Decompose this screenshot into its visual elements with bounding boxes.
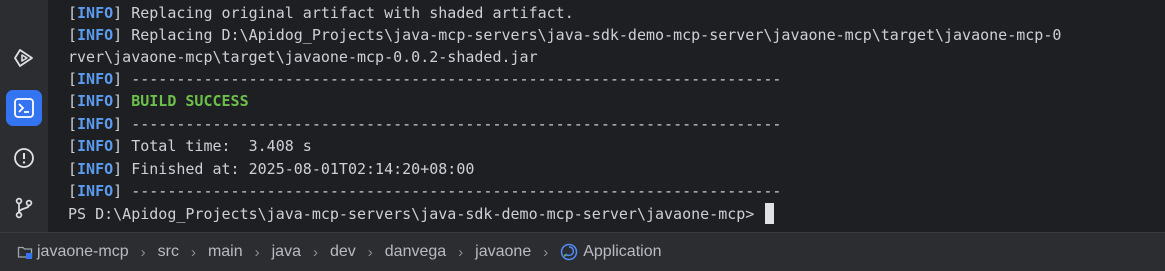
log-text: Replacing D:\Apidog_Projects\java-mcp-se… — [131, 26, 1062, 44]
git-branch-icon — [15, 197, 33, 219]
breadcrumb-item-application[interactable]: Application — [560, 243, 662, 261]
log-level: INFO — [77, 182, 114, 200]
breadcrumb-item-java[interactable]: java — [272, 243, 301, 261]
terminal-icon — [14, 98, 34, 118]
terminal-button[interactable] — [6, 90, 42, 126]
run-button[interactable] — [6, 40, 42, 76]
breadcrumb-separator: › — [367, 243, 373, 261]
breadcrumb-item-dev[interactable]: dev — [330, 243, 356, 261]
log-line: [INFO] ---------------------------------… — [68, 182, 782, 200]
breadcrumb-separator: › — [543, 243, 549, 261]
build-success-text: BUILD SUCCESS — [131, 92, 249, 110]
log-level: INFO — [77, 70, 114, 88]
log-level: INFO — [77, 92, 114, 110]
log-level: INFO — [77, 160, 114, 178]
spring-class-icon — [560, 243, 578, 261]
terminal-output[interactable]: [INFO] Replacing original artifact with … — [48, 0, 1165, 232]
log-text: Finished at: 2025-08-01T02:14:20+08:00 — [131, 160, 475, 178]
log-line: [INFO] ---------------------------------… — [68, 115, 782, 133]
breadcrumb-label: javaone-mcp — [37, 243, 129, 260]
log-line: [INFO] Total time: 3.408 s — [68, 137, 312, 155]
log-separator: ----------------------------------------… — [131, 115, 782, 133]
log-level: INFO — [77, 26, 114, 44]
breadcrumb-separator: › — [312, 243, 318, 261]
module-folder-icon — [17, 246, 33, 259]
breadcrumb-item-danvega[interactable]: danvega — [385, 243, 446, 261]
log-level: INFO — [77, 4, 114, 22]
log-text: Replacing original artifact with shaded … — [131, 4, 574, 22]
breadcrumb-separator: › — [458, 243, 464, 261]
breadcrumb-item-module[interactable]: javaone-mcp — [17, 243, 129, 261]
breadcrumb-separator: › — [140, 243, 146, 261]
breadcrumb-item-src[interactable]: src — [158, 243, 179, 261]
log-line: [INFO] Replacing original artifact with … — [68, 4, 574, 22]
log-line: [INFO] BUILD SUCCESS — [68, 92, 249, 110]
breadcrumb-item-javaone[interactable]: javaone — [475, 243, 531, 261]
log-line: rver\javaone-mcp\target\javaone-mcp-0.0.… — [68, 46, 538, 68]
shell-prompt: PS D:\Apidog_Projects\java-mcp-servers\j… — [68, 205, 764, 223]
breadcrumb-label: Application — [583, 243, 662, 260]
breadcrumb-item-main[interactable]: main — [208, 243, 243, 261]
log-separator: ----------------------------------------… — [131, 182, 782, 200]
log-level: INFO — [77, 115, 114, 133]
tool-window-sidebar — [0, 0, 49, 232]
log-text: rver\javaone-mcp\target\javaone-mcp-0.0.… — [68, 48, 538, 66]
problems-icon — [14, 148, 34, 168]
run-icon — [14, 49, 33, 67]
log-separator: ----------------------------------------… — [131, 70, 782, 88]
prompt-line[interactable]: PS D:\Apidog_Projects\java-mcp-servers\j… — [68, 203, 775, 225]
breadcrumb: javaone-mcp › src › main › java › dev › … — [0, 232, 1165, 271]
breadcrumb-separator: › — [190, 243, 196, 261]
breadcrumb-separator: › — [254, 243, 260, 261]
problems-button[interactable] — [6, 140, 42, 176]
git-button[interactable] — [6, 190, 42, 226]
text-cursor — [765, 203, 775, 224]
log-text: Total time: 3.408 s — [131, 137, 312, 155]
log-level: INFO — [77, 137, 114, 155]
log-line: [INFO] Finished at: 2025-08-01T02:14:20+… — [68, 160, 475, 178]
log-line: [INFO] ---------------------------------… — [68, 70, 782, 88]
log-line: [INFO] Replacing D:\Apidog_Projects\java… — [68, 26, 1062, 44]
